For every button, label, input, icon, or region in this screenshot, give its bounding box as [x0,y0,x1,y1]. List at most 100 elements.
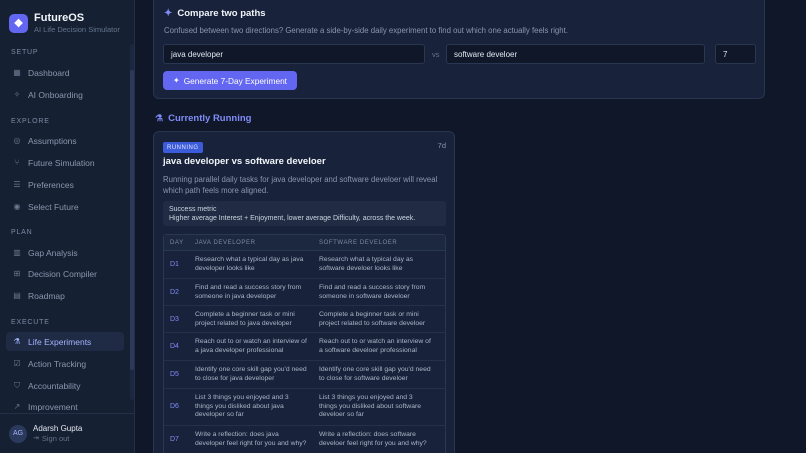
generate-button-label: Generate 7-Day Experiment [183,75,287,86]
duration-label: 7d [437,141,446,150]
logo-icon: ❖ [9,14,28,33]
status-badge: RUNNING [163,142,203,153]
generate-experiment-button[interactable]: ✦ Generate 7-Day Experiment [163,71,297,90]
day-label: D6 [170,403,179,410]
sidebar-item-assumptions[interactable]: ◎ Assumptions [6,131,124,150]
sidebar-item-label: Future Simulation [28,157,95,168]
sliders-icon: ☰ [13,180,21,189]
sidebar-item-dashboard[interactable]: ▦ Dashboard [6,63,124,82]
path-a-input[interactable]: java developer [163,44,425,64]
sidebar-item-action-tracking[interactable]: ☑ Action Tracking [6,354,124,373]
target-icon: ◎ [13,136,21,145]
task-path-a: Reach out to or watch an interview of a … [195,338,307,354]
sidebar-scrollbar[interactable] [130,44,134,400]
experiment-description: Running parallel daily tasks for java de… [163,175,438,195]
experiment-card[interactable]: RUNNING 7d java developer vs software de… [153,131,455,453]
brand[interactable]: ❖ FutureOS AI Life Decision Simulator [9,12,120,35]
task-path-b: List 3 things you enjoyed and 3 things y… [319,394,422,418]
compare-paths-card: ✦ Compare two paths Confused between two… [153,0,765,99]
check-list-icon: ☑ [13,359,21,368]
sparkle-icon: ✧ [13,90,21,99]
day-label: D4 [170,343,179,350]
sidebar-item-label: Decision Compiler [28,268,97,279]
path-b-input[interactable]: software develoer [446,44,705,64]
currently-running-heading: ⚗ Currently Running [155,113,251,124]
chart-icon: ▥ [13,248,21,257]
user-panel: AG Adarsh Gupta ⇥ Sign out [0,413,135,453]
compare-description: Confused between two directions? Generat… [164,26,568,35]
compass-icon: ◉ [13,202,21,211]
column-header-path-a: JAVA DEVELOPER [195,240,256,246]
section-label-explore: EXPLORE [11,118,50,125]
app-subtitle: AI Life Decision Simulator [34,25,120,34]
sidebar-item-label: Select Future [28,201,79,212]
sidebar-item-life-experiments[interactable]: ⚗ Life Experiments [6,332,124,351]
sign-out-label: Sign out [41,434,70,443]
shield-icon: ⛉ [14,380,20,390]
experiment-title: java developer vs software develoer [163,156,326,167]
sidebar-item-roadmap[interactable]: ▤ Roadmap [6,286,124,305]
sidebar-item-decision-compiler[interactable]: ⊞ Decision Compiler [6,264,124,283]
sidebar: ❖ FutureOS AI Life Decision Simulator SE… [0,0,135,453]
sidebar-item-select-future[interactable]: ◉ Select Future [6,197,124,216]
task-path-a: Research what a typical day as java deve… [195,256,304,272]
column-header-day: DAY [170,240,184,246]
sidebar-item-future-simulation[interactable]: ⑂ Future Simulation [6,153,124,172]
task-path-a: Complete a beginner task or mini project… [195,311,295,327]
table-row: D2 Find and read a success story from so… [164,279,445,306]
table-row: D1 Research what a typical day as java d… [164,251,445,279]
days-input[interactable]: 7 [715,44,756,64]
table-row: D5 Identify one core skill gap you'd nee… [164,361,445,389]
task-path-a: Identify one core skill gap you'd need t… [195,366,307,382]
task-path-b: Identify one core skill gap you'd need t… [319,366,431,382]
day-label: D3 [170,316,179,323]
day-label: D1 [170,261,179,268]
sidebar-item-label: Dashboard [28,67,70,78]
user-name: Adarsh Gupta [33,424,83,433]
table-header: DAY JAVA DEVELOPER SOFTWARE DEVELOER [164,235,445,251]
column-header-path-b: SOFTWARE DEVELOER [319,240,398,246]
sparkle-icon: ✦ [172,76,180,85]
flask-icon: ⚗ [155,113,164,123]
sidebar-item-preferences[interactable]: ☰ Preferences [6,175,124,194]
sidebar-item-label: Preferences [28,179,74,190]
success-metric-box: Success metric Higher average Interest +… [163,201,446,226]
sidebar-item-gap-analysis[interactable]: ▥ Gap Analysis [6,243,124,262]
success-metric-text: Higher average Interest + Enjoyment, low… [169,215,416,222]
grid-icon: ▦ [13,68,21,77]
success-metric-label: Success metric [169,206,217,213]
sidebar-item-accountability[interactable]: ⛉ Accountability [6,376,124,395]
sidebar-item-label: Assumptions [28,135,77,146]
compare-title-text: Compare two paths [177,8,266,19]
task-path-b: Write a reflection: does software develo… [319,431,427,447]
sidebar-item-label: Roadmap [28,290,65,301]
sidebar-item-ai-onboarding[interactable]: ✧ AI Onboarding [6,85,124,104]
task-path-a: Write a reflection: does java developer … [195,431,307,447]
section-label-plan: PLAN [11,229,33,236]
sidebar-scroll-thumb[interactable] [130,70,134,370]
logout-icon: ⇥ [33,435,39,442]
cpu-icon: ⊞ [13,269,21,278]
avatar[interactable]: AG [9,424,27,443]
sidebar-item-label: Life Experiments [28,336,92,347]
branch-icon: ⑂ [14,158,20,167]
task-path-a: Find and read a success story from someo… [195,284,302,300]
experiment-table: DAY JAVA DEVELOPER SOFTWARE DEVELOER D1 … [163,234,446,453]
sidebar-item-label: Gap Analysis [28,247,78,258]
task-path-b: Complete a beginner task or mini project… [319,311,426,327]
task-path-b: Reach out to or watch an interview of a … [319,338,431,354]
sign-out-link[interactable]: ⇥ Sign out [33,434,82,444]
app-name: FutureOS [34,12,85,24]
sparkle-icon: ✦ [164,8,173,19]
table-row: D7 Write a reflection: does java develop… [164,426,445,453]
task-path-b: Find and read a success story from someo… [319,284,426,300]
section-label-setup: SETUP [11,49,39,56]
sidebar-item-label: AI Onboarding [28,89,83,100]
sidebar-item-label: Accountability [28,380,81,391]
day-label: D7 [170,436,179,443]
sidebar-item-label: Improvement [28,401,78,412]
day-label: D2 [170,289,179,296]
flask-icon: ⚗ [13,337,21,346]
vs-label: vs [432,50,440,59]
trend-up-icon: ↗ [13,402,21,411]
